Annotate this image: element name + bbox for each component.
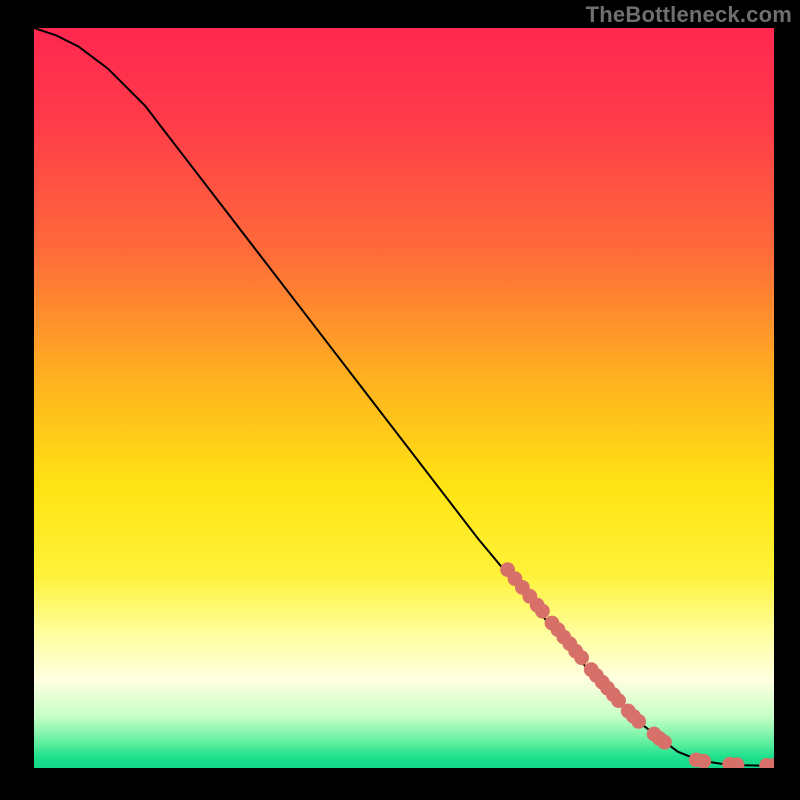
highlight-dot <box>631 714 646 729</box>
gradient-background <box>34 28 774 768</box>
highlight-dot <box>657 735 672 750</box>
attribution-label: TheBottleneck.com <box>586 2 792 28</box>
highlight-dot <box>574 650 589 665</box>
chart-frame: TheBottleneck.com <box>0 0 800 800</box>
plot-svg <box>34 28 774 768</box>
plot-area <box>34 28 774 768</box>
highlight-dot <box>535 604 550 619</box>
